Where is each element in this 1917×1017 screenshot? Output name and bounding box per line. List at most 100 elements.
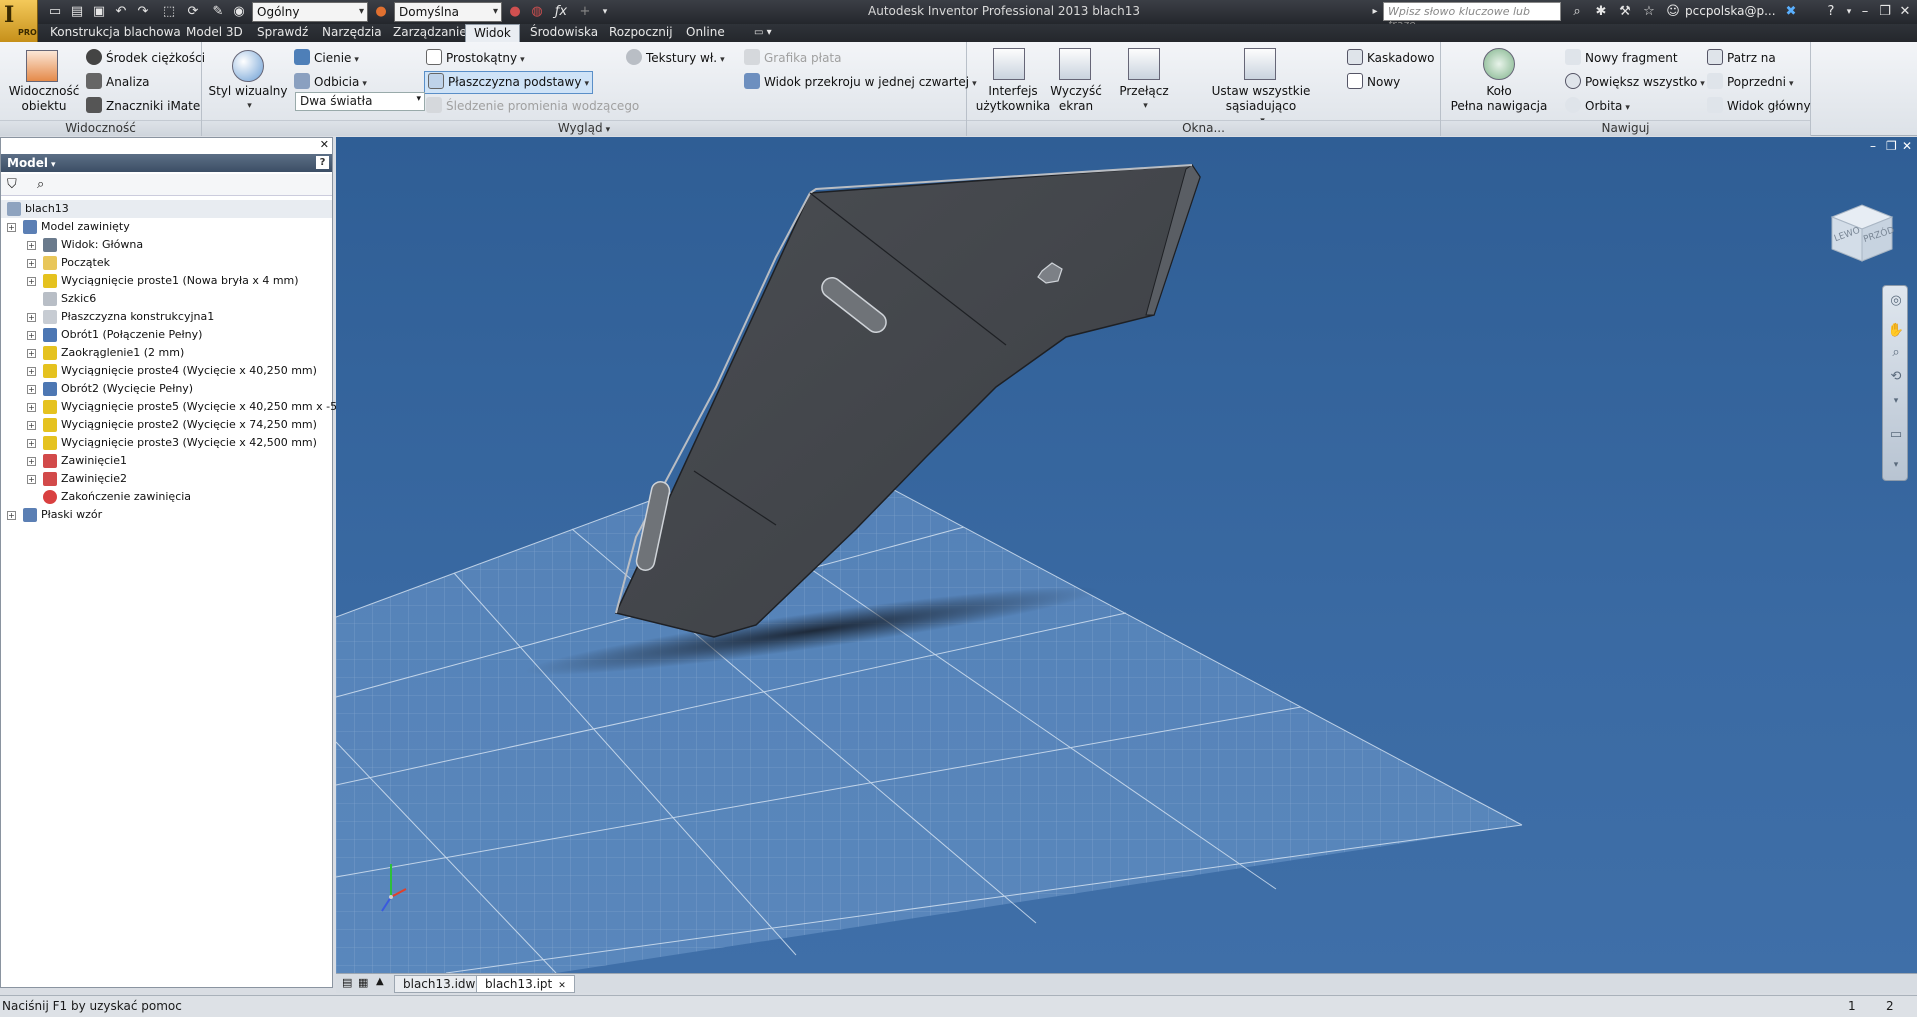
style-select[interactable]: Ogólny	[252, 2, 368, 22]
tree-node-wrap[interactable]: + Zawinięcie1	[1, 452, 332, 470]
look-at-nav-icon[interactable]: ▭	[1887, 426, 1905, 444]
save-icon[interactable]: ▣	[90, 3, 108, 21]
navbar-customize-icon[interactable]: ▾	[1887, 456, 1905, 474]
tree-node-extrude[interactable]: + Wyciągnięcie proste2 (Wycięcie x 74,250…	[1, 416, 332, 434]
ground-plane-button[interactable]: Płaszczyzna podstawy ▾	[424, 71, 593, 94]
tree-expand-icon[interactable]: +	[27, 241, 36, 250]
tree-expand-icon[interactable]: +	[27, 367, 36, 376]
tree-root[interactable]: blach13	[1, 200, 332, 218]
clear-appearance-icon[interactable]: ◍	[528, 3, 546, 21]
doc-restore-icon[interactable]: ❐	[1886, 139, 1897, 153]
ribbon-minimize-icon[interactable]: ▭ ▾	[746, 24, 780, 42]
tab-srodowiska[interactable]: Środowiska	[522, 24, 606, 42]
exchange-x-icon[interactable]: ✖	[1782, 3, 1800, 21]
user-icon[interactable]: ☺	[1664, 3, 1682, 21]
sketch-icon[interactable]: ✎	[209, 3, 227, 21]
zoom-nav-icon[interactable]: ⌕	[1887, 344, 1905, 362]
subscription-icon[interactable]: ✱	[1592, 3, 1610, 21]
tab-widok[interactable]: Widok	[465, 24, 520, 42]
ray-tracing-button[interactable]: Śledzenie promienia wodzącego	[426, 97, 639, 114]
home-view-button[interactable]: Widok główny	[1707, 97, 1811, 114]
help-icon[interactable]: ?	[1822, 3, 1840, 21]
panel-wyglad-title[interactable]: Wygląd ▾	[202, 120, 966, 136]
clean-screen-button[interactable]: Wyczyść ekran	[1047, 84, 1105, 114]
panel-okna-title[interactable]: Okna...	[967, 120, 1440, 136]
browser-header[interactable]: Model ▾ ?	[1, 154, 332, 172]
tree-expand-icon[interactable]: +	[27, 457, 36, 466]
tree-node-sketch[interactable]: Szkic6	[1, 290, 332, 308]
communication-center-icon[interactable]: ⚒	[1616, 3, 1634, 21]
quarter-section-button[interactable]: Widok przekroju w jednej czwartej ▾	[744, 73, 977, 92]
add-icon[interactable]: +	[576, 3, 594, 21]
textures-button[interactable]: Tekstury wł. ▾	[626, 49, 725, 68]
tree-node-extrude[interactable]: + Wyciągnięcie proste3 (Wycięcie x 42,500…	[1, 434, 332, 452]
user-account[interactable]: pccpolska@p...	[1685, 4, 1776, 18]
tree-node-view[interactable]: + Widok: Główna	[1, 236, 332, 254]
customize-dropdown-icon[interactable]: ▾	[596, 3, 614, 21]
tree-expand-icon[interactable]: +	[7, 223, 16, 232]
tree-expand-icon[interactable]: +	[27, 259, 36, 268]
search-expand-icon[interactable]: ▸	[1366, 3, 1384, 21]
application-menu-button[interactable]: I PRO	[0, 0, 38, 42]
zoom-all-button[interactable]: Powiększ wszystko ▾	[1565, 73, 1705, 92]
tree-node-folder[interactable]: + Początek	[1, 254, 332, 272]
pan-button[interactable]: Nowy fragment	[1565, 49, 1678, 66]
browser-help-icon[interactable]: ?	[316, 156, 329, 169]
orbit-dropdown-nav-icon[interactable]: ▾	[1887, 392, 1905, 410]
analysis-button[interactable]: Analiza	[86, 73, 150, 90]
lighting-style-select[interactable]: Dwa światła ▾	[295, 92, 425, 111]
tree-node-end-of-fold[interactable]: Zakończenie zawinięcia	[1, 488, 332, 506]
tab-sprawdz[interactable]: Sprawdź	[249, 24, 316, 42]
steering-wheel-button[interactable]: Koło Pełna nawigacja	[1443, 84, 1555, 114]
find-binoculars-icon[interactable]: ⌕	[37, 177, 44, 192]
search-input[interactable]: Wpisz słowo kluczowe lub frazę	[1383, 2, 1561, 31]
orbit-nav-icon[interactable]: ⟲	[1887, 368, 1905, 386]
tab-zarzadzanie[interactable]: Zarządzanie	[385, 24, 475, 42]
tab-online[interactable]: Online	[678, 24, 733, 42]
new-file-icon[interactable]: ▭	[46, 3, 64, 21]
tree-node-revolve[interactable]: + Obrót2 (Wycięcie Pełny)	[1, 380, 332, 398]
doc-tab-close-icon[interactable]: ✕	[558, 981, 566, 991]
tree-expand-icon[interactable]: +	[27, 475, 36, 484]
binoculars-icon[interactable]: ⌕	[1568, 3, 1586, 21]
tree-expand-icon[interactable]: +	[27, 331, 36, 340]
select-icon[interactable]: ⬚	[160, 3, 178, 21]
favorites-star-icon[interactable]: ☆	[1640, 3, 1658, 21]
doc-minimize-icon[interactable]: –	[1870, 139, 1876, 153]
filter-icon[interactable]: ⛉	[7, 177, 17, 192]
material-select[interactable]: Domyślna	[394, 2, 502, 22]
redo-icon[interactable]: ↷	[134, 3, 152, 21]
doc-tab-idw[interactable]: blach13.idw	[394, 975, 485, 993]
tree-expand-icon[interactable]: +	[27, 385, 36, 394]
update-icon[interactable]: ⟳	[184, 3, 202, 21]
imate-glyphs-button[interactable]: Znaczniki iMate	[86, 97, 200, 114]
tree-expand-icon[interactable]: +	[7, 511, 16, 520]
graphics-viewport[interactable]: – ❐ ✕ LEWO PRZÓD ◎ ✋ ⌕ ⟲ ▾ ▭ ▾	[336, 137, 1917, 973]
tree-node-extrude[interactable]: + Wyciągnięcie proste5 (Wycięcie x 40,250…	[1, 398, 366, 416]
parameters-fx-icon[interactable]: ƒx	[552, 3, 570, 21]
previous-view-button[interactable]: Poprzedni ▾	[1707, 73, 1793, 92]
tree-node-work-plane[interactable]: + Płaszczyzna konstrukcyjna1	[1, 308, 332, 326]
orbit-button[interactable]: Orbita ▾	[1565, 97, 1630, 116]
color-override-icon[interactable]: ●	[506, 3, 524, 21]
patch-graphics-button[interactable]: Grafika płata	[744, 49, 842, 66]
tab-rozpocznij[interactable]: Rozpocznij	[601, 24, 681, 42]
look-at-button[interactable]: Patrz na	[1707, 49, 1776, 66]
tree-node-extrude[interactable]: + Wyciągnięcie proste1 (Nowa bryła x 4 mm…	[1, 272, 332, 290]
orthographic-button[interactable]: Prostokątny ▾	[426, 49, 525, 68]
tree-expand-icon[interactable]: +	[27, 313, 36, 322]
visual-style-button[interactable]: Styl wizualny ▾	[208, 84, 288, 114]
doc-tab-ipt[interactable]: blach13.ipt ✕	[476, 975, 575, 993]
cascade-button[interactable]: Kaskadowo	[1347, 49, 1434, 66]
open-file-icon[interactable]: ▤	[68, 3, 86, 21]
tab-model-3d[interactable]: Model 3D	[178, 24, 251, 42]
tree-node-fillet[interactable]: + Zaokrąglenie1 (2 mm)	[1, 344, 332, 362]
reflections-button[interactable]: Odbicia ▾	[294, 73, 367, 92]
tree-node-folded-model[interactable]: + Model zawinięty	[1, 218, 332, 236]
tree-node-revolve[interactable]: + Obrót1 (Połączenie Pełny)	[1, 326, 332, 344]
tree-expand-icon[interactable]: +	[27, 439, 36, 448]
grid-docs-icon[interactable]: ▦	[358, 976, 368, 989]
minimize-window-icon[interactable]: –	[1856, 3, 1874, 21]
tree-expand-icon[interactable]: +	[27, 403, 36, 412]
tree-expand-icon[interactable]: +	[27, 277, 36, 286]
